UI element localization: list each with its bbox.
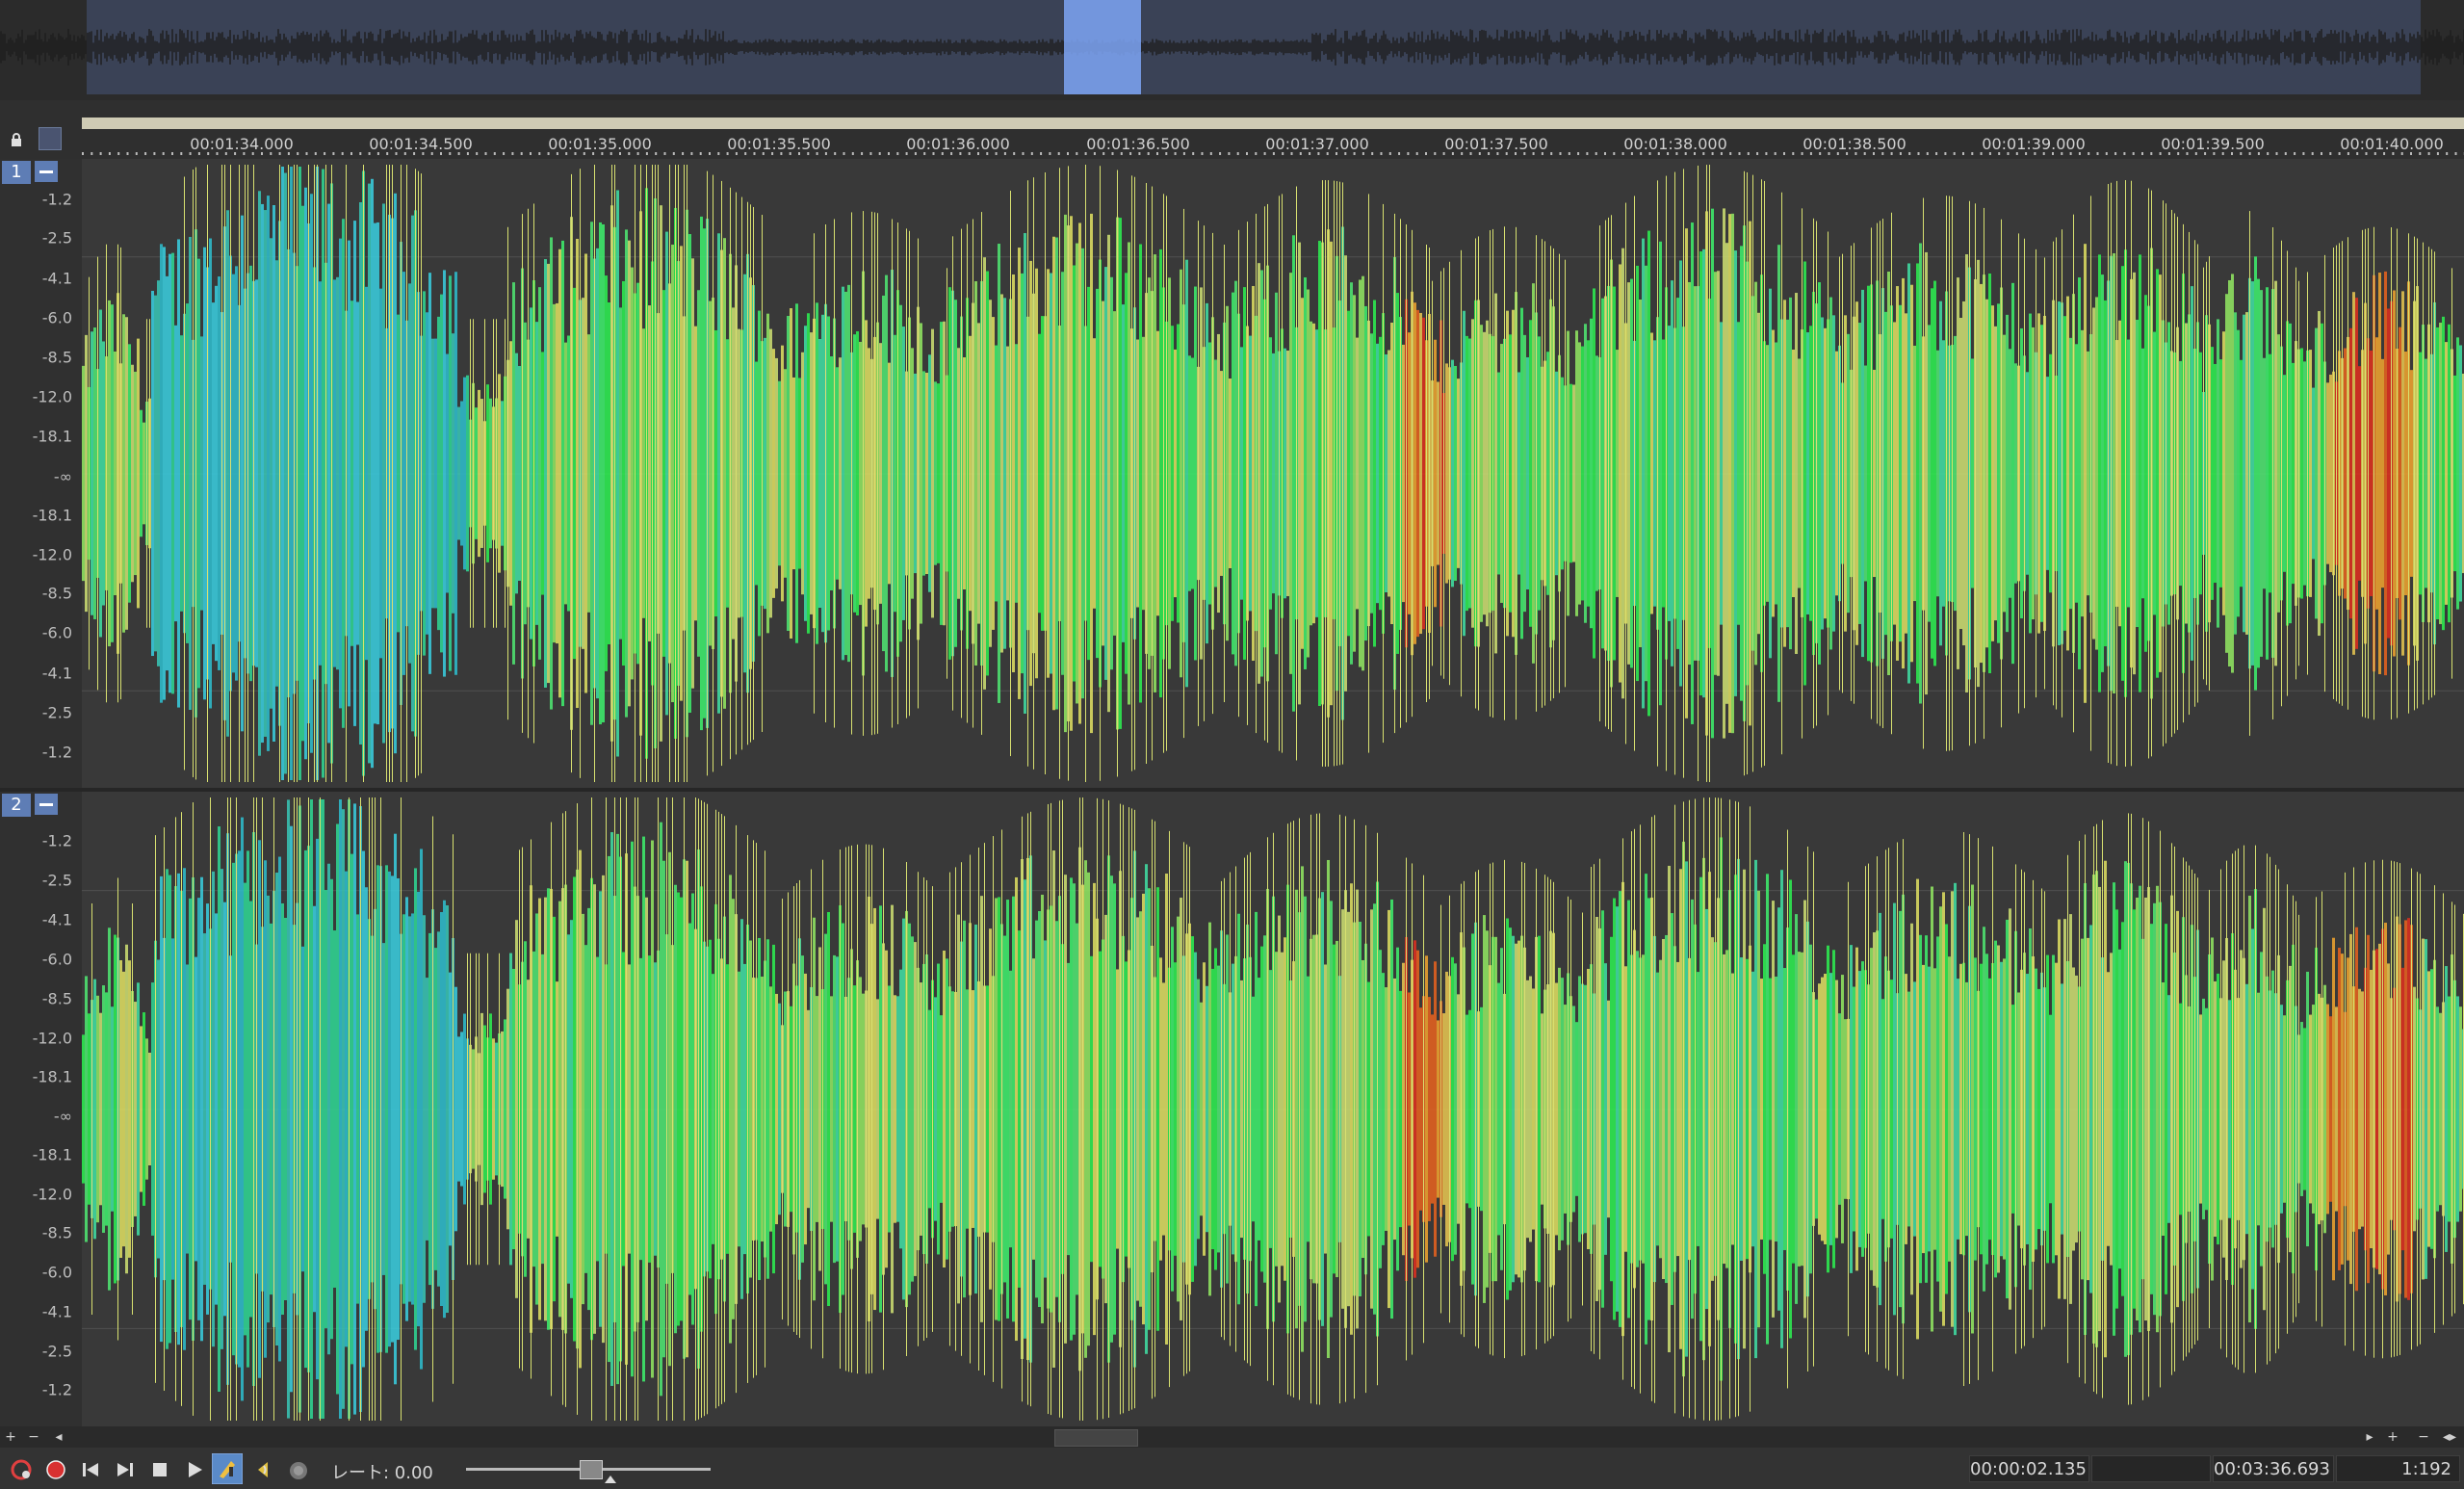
waveform-view[interactable]: 1 -1.2 -2.5 -4.1 -6.0 -8.5 -12.0 -18.1 -∞ -18.1 -… — [0, 159, 2464, 1426]
zoom-in-button[interactable]: + — [2384, 1428, 2401, 1446]
db-scale-label: -2.5 — [41, 228, 72, 248]
db-scale-label: -8.5 — [41, 348, 72, 367]
db-scale-label: -∞ — [53, 1107, 72, 1126]
channel-1-panel: 1 -1.2 -2.5 -4.1 -6.0 -8.5 -12.0 -18.1 -∞ -18.1 -… — [0, 159, 82, 788]
horizontal-scrollbar[interactable]: + − ◂ ▸ + − ◂▸ — [0, 1426, 2464, 1448]
channel-2-panel: 2 -1.2 -2.5 -4.1 -6.0 -8.5 -12.0 -18.1 -∞ -18.1 -… — [0, 792, 82, 1426]
db-scale-label: -4.1 — [41, 664, 72, 683]
playback-rate-slider[interactable] — [466, 1458, 711, 1483]
scroll-thumb[interactable] — [1054, 1429, 1138, 1447]
playback-rate-label: レート: 0.00 — [331, 1463, 433, 1483]
channel-1-waveform — [82, 165, 2464, 782]
play-icon[interactable] — [181, 1456, 208, 1483]
stop-icon[interactable] — [146, 1456, 173, 1483]
db-scale-label: -1.2 — [41, 190, 72, 209]
db-scale-label: -2.5 — [41, 703, 72, 722]
loop-icon[interactable] — [250, 1456, 277, 1483]
channel-2-badge[interactable]: 2 — [2, 794, 31, 817]
db-scale-label: -12.0 — [32, 387, 72, 406]
overview-waveform-canvas — [0, 0, 2464, 94]
db-scale-label: -8.5 — [41, 584, 72, 603]
zoom-fit-button[interactable]: ◂▸ — [2438, 1428, 2461, 1446]
time-ruler[interactable]: 00:01:34.000 00:01:34.500 00:01:35.000 00:0… — [82, 129, 2464, 158]
db-scale-label: -6.0 — [41, 950, 72, 969]
db-scale-label: -1.2 — [41, 831, 72, 850]
scrub-icon[interactable] — [212, 1453, 243, 1484]
record-icon[interactable] — [42, 1456, 69, 1483]
db-scale-label: -18.1 — [32, 1067, 72, 1086]
overview-waveform[interactable] — [0, 0, 2464, 100]
db-scale-label: -2.5 — [41, 871, 72, 890]
db-scale-label: -1.2 — [41, 743, 72, 762]
lock-icon[interactable] — [10, 133, 23, 146]
db-scale-label: -8.5 — [41, 989, 72, 1008]
db-scale-label: -18.1 — [32, 506, 72, 525]
channel-1-minimize-button[interactable] — [35, 161, 58, 182]
scroll-left-button[interactable]: ◂ — [50, 1428, 67, 1446]
db-scale-label: -4.1 — [41, 910, 72, 929]
overview-selection[interactable] — [1064, 0, 1141, 94]
db-scale-label: -12.0 — [32, 1185, 72, 1204]
rate-slider-marker — [605, 1476, 616, 1483]
cursor-time[interactable]: 00:00:02.135 — [1969, 1455, 2089, 1482]
channel-1-badge[interactable]: 1 — [2, 161, 31, 184]
db-scale-label: -4.1 — [41, 1302, 72, 1321]
zoom-out-left-button[interactable]: − — [25, 1428, 42, 1446]
selection-length[interactable] — [2091, 1455, 2211, 1482]
zoom-ratio[interactable]: 1:192 — [2336, 1455, 2460, 1482]
db-scale-label: -8.5 — [41, 1223, 72, 1242]
channel-2-minimize-button[interactable] — [35, 794, 58, 815]
record-arm-icon[interactable] — [8, 1456, 35, 1483]
db-scale-label: -∞ — [53, 467, 72, 486]
skip-end-icon[interactable] — [112, 1456, 139, 1483]
metronome-icon[interactable] — [285, 1456, 312, 1483]
total-length[interactable]: 00:03:36.693 — [2213, 1455, 2334, 1482]
snap-icon[interactable] — [39, 127, 62, 150]
db-scale-label: -2.5 — [41, 1342, 72, 1361]
db-scale-label: -6.0 — [41, 1263, 72, 1282]
db-scale-label: -18.1 — [32, 427, 72, 446]
zoom-out-button[interactable]: − — [2415, 1428, 2432, 1446]
db-scale-label: -1.2 — [41, 1380, 72, 1399]
db-scale-label: -18.1 — [32, 1145, 72, 1164]
region-header-strip[interactable] — [82, 118, 2464, 129]
scroll-right-button[interactable]: ▸ — [2361, 1428, 2378, 1446]
rate-slider-thumb[interactable] — [580, 1460, 603, 1479]
db-scale-label: -12.0 — [32, 545, 72, 564]
channel-2-waveform — [82, 797, 2464, 1421]
db-scale-label: -6.0 — [41, 623, 72, 642]
transport-bar: レート: 0.00 00:00:02.135 00:03:36.693 1:19… — [0, 1448, 2464, 1489]
db-scale-label: -4.1 — [41, 269, 72, 288]
skip-start-icon[interactable] — [77, 1456, 104, 1483]
db-scale-label: -6.0 — [41, 308, 72, 327]
zoom-in-left-button[interactable]: + — [2, 1428, 19, 1446]
ruler-ticks — [82, 152, 2464, 155]
db-scale-label: -12.0 — [32, 1029, 72, 1048]
